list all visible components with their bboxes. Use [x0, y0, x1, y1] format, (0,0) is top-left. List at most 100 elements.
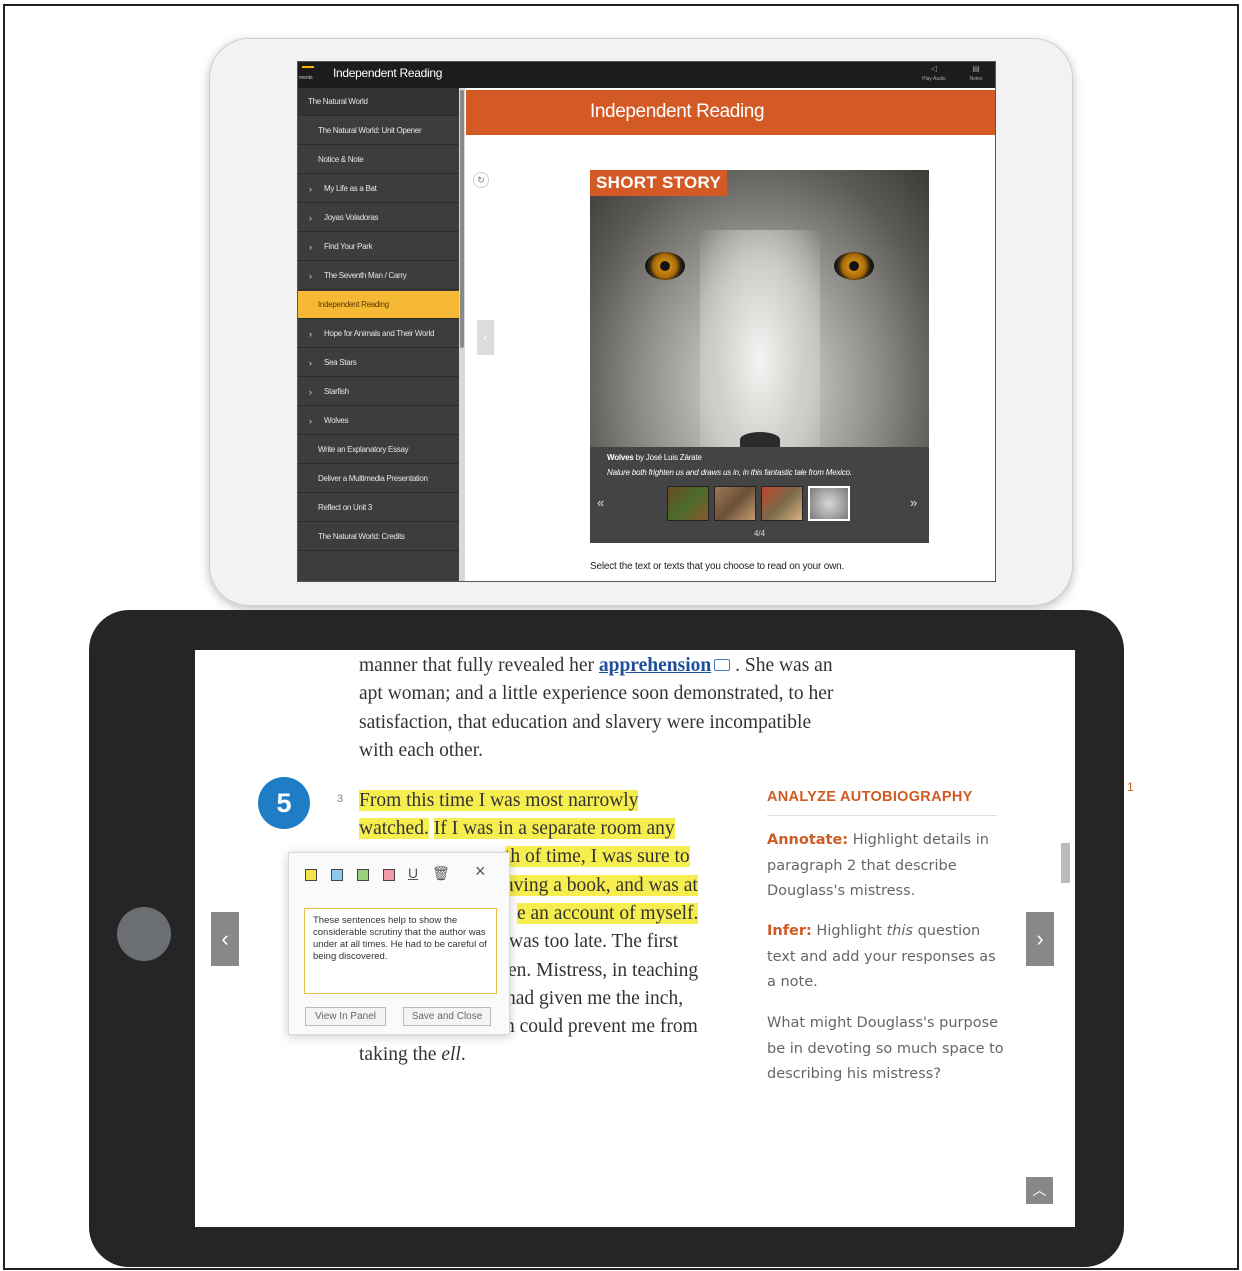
divider: [767, 815, 997, 816]
scroll-to-top-button[interactable]: ︿: [1026, 1177, 1053, 1204]
annotation-popup: U 🗑 × These sentences help to show the c…: [288, 852, 510, 1035]
sidebar-item-seventh-man[interactable]: › The Seventh Man / Carry: [298, 262, 459, 290]
reading-card[interactable]: SHORT STORY Wolves by José Luis Zárate N…: [590, 170, 929, 543]
text-line: had given me the inch,: [506, 988, 684, 1009]
story-title: Wolves by José Luis Zárate: [607, 453, 702, 462]
sidebar-item-find-your-park[interactable]: › Find Your Park: [298, 233, 459, 261]
wolf-photo: [590, 170, 929, 447]
wolf-eye-right: [834, 252, 874, 280]
chevron-right-icon: ›: [309, 271, 312, 281]
sidebar-item-unit-opener[interactable]: The Natural World: Unit Opener: [298, 117, 459, 145]
wolf-eye-left: [645, 252, 685, 280]
sidebar-item-sea-stars[interactable]: › Sea Stars: [298, 349, 459, 377]
menu-icon: [302, 66, 314, 68]
sidebar-item-starfish[interactable]: › Starfish: [298, 378, 459, 406]
paragraph-badge: 5: [258, 777, 310, 829]
card-caption: Wolves by José Luis Zárate Nature both f…: [590, 447, 929, 543]
highlighted-line[interactable]: aving a book, and was at: [505, 872, 698, 901]
side-panel-heading: ANALYZE AUTOBIOGRAPHY: [767, 789, 973, 805]
section-banner: Independent Reading: [466, 90, 995, 135]
trash-icon[interactable]: 🗑: [432, 865, 450, 882]
sidebar-item-reflect-unit-3[interactable]: Reflect on Unit 3: [298, 494, 459, 522]
carousel-thumbnail-3[interactable]: [761, 486, 803, 521]
sidebar-item-my-life-as-a-bat[interactable]: › My Life as a Bat: [298, 175, 459, 203]
menu-button[interactable]: ments: [298, 62, 318, 88]
chevron-right-icon: ›: [309, 358, 312, 368]
chevron-right-icon: ›: [309, 184, 312, 194]
notes-icon: ▤: [972, 64, 980, 73]
text-line: with each other.: [359, 740, 483, 761]
vocab-word-link[interactable]: apprehension: [599, 655, 711, 676]
sidebar-item-wolves[interactable]: › Wolves: [298, 407, 459, 435]
sidebar-item-natural-world[interactable]: The Natural World: [298, 88, 459, 116]
chevron-right-icon: ›: [309, 242, 312, 252]
sidebar: The Natural World The Natural World: Uni…: [298, 88, 459, 581]
highlighted-line[interactable]: watched. If I was in a separate room any: [359, 815, 675, 844]
text-line: taking the ell.: [359, 1044, 466, 1065]
genre-label: SHORT STORY: [590, 170, 728, 196]
pink-swatch[interactable]: [383, 869, 395, 881]
chevron-right-icon: ›: [309, 329, 312, 339]
underline-icon[interactable]: U: [408, 865, 418, 881]
sidebar-item-credits[interactable]: The Natural World: Credits: [298, 523, 459, 551]
app-header: ments Independent Reading ◁ Play Audio ▤…: [298, 62, 995, 88]
save-and-close-button[interactable]: Save and Close: [403, 1007, 491, 1026]
app-title: Independent Reading: [333, 66, 443, 80]
notes-button[interactable]: ▤ Notes: [956, 64, 995, 86]
chevron-right-icon: ›: [309, 387, 312, 397]
sidebar-item-independent-reading[interactable]: Independent Reading: [298, 291, 459, 319]
reader-screen: manner that fully revealed her apprehens…: [195, 650, 1075, 1227]
comment-icon[interactable]: [714, 658, 731, 671]
scrollbar-thumb[interactable]: [460, 90, 464, 348]
close-icon[interactable]: ×: [475, 861, 486, 882]
carousel-next-icon[interactable]: »: [910, 495, 917, 510]
wolf-nose: [740, 432, 780, 447]
top-tablet-screen: ments Independent Reading ◁ Play Audio ▤…: [297, 61, 996, 582]
speaker-icon: ◁: [930, 64, 938, 73]
note-textarea[interactable]: These sentences help to show the conside…: [304, 908, 497, 994]
story-description: Nature both frighten us and draws us in,…: [607, 468, 852, 477]
paragraph-number: 3: [337, 793, 344, 805]
play-audio-button[interactable]: ◁ Play Audio: [914, 64, 954, 86]
reflection-question: What might Douglass's purpose be in devo…: [767, 1015, 1004, 1082]
wolf-muzzle: [700, 230, 820, 447]
instruction-text: Select the text or texts that you choose…: [590, 561, 845, 572]
highlighted-line[interactable]: From this time I was most narrowly: [359, 787, 639, 816]
text-line: satisfaction, that education and slavery…: [359, 712, 812, 733]
text-line: was too late. The first: [509, 931, 679, 952]
carousel-thumbnail-4[interactable]: [808, 486, 850, 521]
chevron-right-icon: ›: [309, 416, 312, 426]
green-swatch[interactable]: [357, 869, 369, 881]
carousel-thumbnail-1[interactable]: [667, 486, 709, 521]
edge-mark: 1: [1127, 780, 1134, 794]
annotate-instruction: Annotate: Highlight details in paragraph…: [767, 832, 989, 899]
highlighted-line[interactable]: e an account of myself.: [517, 900, 699, 929]
infer-instruction: Infer: Highlight this question text and …: [767, 923, 996, 990]
sidebar-item-explanatory-essay[interactable]: Write an Explanatory Essay: [298, 436, 459, 464]
text-line: en. Mistress, in teaching: [508, 960, 699, 981]
view-in-panel-button[interactable]: View In Panel: [305, 1007, 386, 1026]
carousel-prev-icon[interactable]: «: [597, 495, 604, 510]
carousel-thumbnail-2[interactable]: [714, 486, 756, 521]
banner-title: Independent Reading: [590, 101, 765, 122]
reader-scrollbar[interactable]: [1061, 843, 1070, 883]
highlighted-line[interactable]: th of time, I was sure to: [505, 843, 690, 872]
chevron-right-icon: ›: [309, 213, 312, 223]
sidebar-item-multimedia-presentation[interactable]: Deliver a Multimedia Presentation: [298, 465, 459, 493]
collapse-sidebar-button[interactable]: ‹: [477, 320, 494, 355]
text-line: apt woman; and a little experience soon …: [359, 683, 834, 704]
next-page-button[interactable]: ›: [1026, 912, 1054, 966]
sidebar-item-joyas-voladoras[interactable]: › Joyas Voladoras: [298, 204, 459, 232]
carousel-counter: 4/4: [753, 529, 766, 538]
home-button[interactable]: [117, 907, 171, 961]
refresh-icon[interactable]: ↻: [473, 172, 489, 188]
sidebar-scrollbar[interactable]: [459, 88, 465, 581]
menu-label: ments: [299, 75, 313, 81]
blue-swatch[interactable]: [331, 869, 343, 881]
text-line: n could prevent me from: [505, 1016, 698, 1037]
text-line: manner that fully revealed her apprehens…: [359, 655, 833, 676]
prev-page-button[interactable]: ‹: [211, 912, 239, 966]
sidebar-item-notice-note[interactable]: Notice & Note: [298, 146, 459, 174]
yellow-swatch[interactable]: [305, 869, 317, 881]
sidebar-item-hope-for-animals[interactable]: › Hope for Animals and Their World: [298, 320, 459, 348]
